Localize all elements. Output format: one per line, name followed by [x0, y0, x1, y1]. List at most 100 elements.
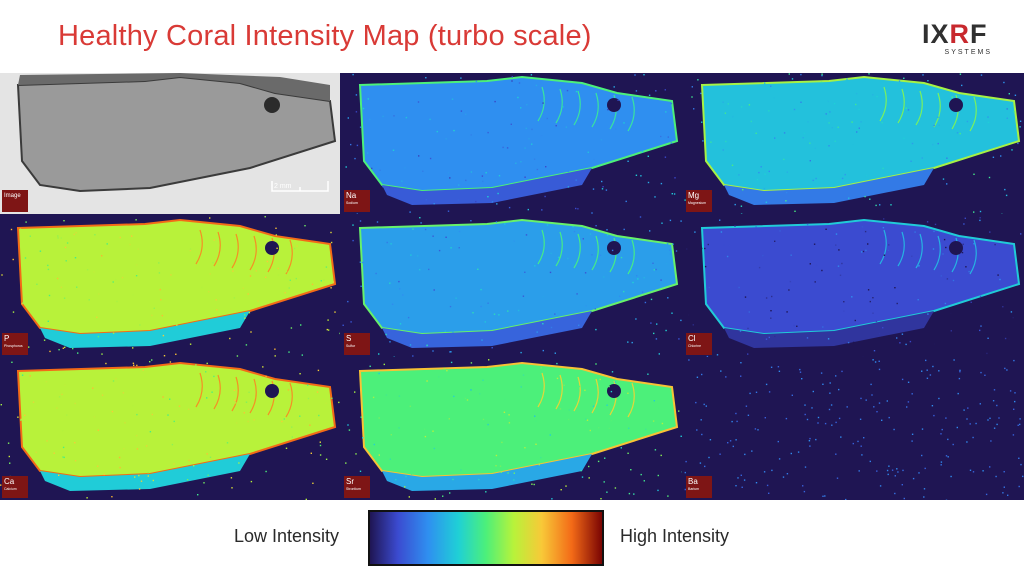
intensity-speckle	[869, 460, 871, 463]
intensity-speckle	[433, 203, 435, 205]
intensity-speckle	[293, 247, 296, 250]
intensity-speckle	[137, 248, 139, 250]
intensity-speckle	[838, 417, 841, 420]
intensity-speckle	[32, 401, 35, 403]
intensity-speckle	[229, 337, 231, 340]
intensity-speckle	[498, 175, 501, 177]
intensity-speckle	[243, 412, 245, 414]
intensity-speckle	[550, 326, 553, 329]
intensity-speckle	[209, 273, 211, 275]
intensity-speckle	[399, 323, 402, 325]
element-badge-s: S Sulfur	[344, 333, 370, 355]
intensity-speckle	[1019, 418, 1021, 420]
intensity-speckle	[903, 497, 905, 500]
intensity-speckle	[436, 130, 438, 133]
intensity-speckle	[843, 301, 845, 303]
intensity-speckle	[309, 424, 311, 426]
coral-hole	[949, 241, 963, 255]
intensity-speckle	[1013, 359, 1015, 362]
intensity-speckle	[728, 244, 731, 247]
intensity-speckle	[317, 369, 320, 372]
intensity-speckle	[828, 408, 831, 411]
intensity-speckle	[119, 466, 121, 469]
intensity-speckle	[470, 362, 473, 364]
intensity-speckle	[112, 332, 115, 334]
intensity-speckle	[782, 476, 785, 478]
intensity-speckle	[903, 77, 905, 79]
intensity-speckle	[9, 462, 11, 464]
intensity-speckle	[844, 173, 846, 176]
intensity-speckle	[63, 220, 65, 222]
intensity-speckle	[636, 275, 638, 277]
intensity-speckle	[409, 405, 411, 407]
intensity-speckle	[765, 338, 768, 340]
intensity-speckle	[774, 240, 776, 242]
intensity-speckle	[724, 112, 727, 114]
colorbar-low-label: Low Intensity	[234, 526, 340, 546]
intensity-speckle	[536, 331, 538, 333]
intensity-speckle	[882, 167, 884, 170]
intensity-speckle	[1012, 434, 1015, 436]
intensity-speckle	[932, 248, 935, 250]
intensity-speckle	[760, 166, 762, 168]
intensity-speckle	[614, 381, 616, 383]
intensity-speckle	[533, 483, 535, 486]
intensity-speckle	[992, 156, 995, 158]
intensity-speckle	[542, 296, 544, 298]
intensity-speckle	[907, 401, 910, 403]
intensity-speckle	[325, 458, 328, 460]
intensity-speckle	[938, 397, 940, 400]
intensity-speckle	[395, 479, 397, 481]
intensity-speckle	[193, 465, 195, 467]
intensity-speckle	[959, 132, 961, 135]
intensity-speckle	[765, 201, 768, 203]
intensity-speckle	[923, 488, 926, 490]
intensity-speckle	[943, 238, 946, 241]
intensity-speckle	[758, 266, 761, 269]
intensity-speckle	[116, 300, 118, 303]
intensity-speckle	[385, 333, 387, 336]
intensity-speckle	[593, 158, 595, 160]
intensity-speckle	[487, 196, 489, 198]
intensity-speckle	[382, 185, 384, 188]
intensity-speckle	[212, 261, 214, 264]
intensity-speckle	[932, 143, 934, 146]
intensity-speckle	[872, 359, 874, 361]
intensity-speckle	[518, 82, 521, 84]
intensity-speckle	[972, 436, 974, 439]
intensity-speckle	[124, 422, 126, 424]
intensity-speckle	[667, 136, 669, 138]
element-badge-mg: Mg Magnesium	[686, 190, 712, 212]
intensity-speckle	[765, 297, 768, 299]
intensity-speckle	[989, 417, 991, 419]
intensity-speckle	[74, 402, 76, 405]
intensity-speckle	[160, 299, 162, 301]
element-badge-ba: Ba Barium	[686, 476, 712, 498]
intensity-speckle	[901, 484, 903, 486]
intensity-speckle	[600, 139, 603, 141]
intensity-speckle	[828, 122, 830, 124]
intensity-speckle	[641, 291, 644, 293]
intensity-speckle	[299, 373, 301, 375]
intensity-speckle	[478, 478, 480, 481]
intensity-speckle	[722, 101, 724, 103]
intensity-speckle	[872, 297, 874, 299]
intensity-speckle	[497, 192, 499, 195]
intensity-speckle	[433, 447, 436, 450]
intensity-speckle	[445, 138, 447, 140]
intensity-speckle	[74, 460, 77, 462]
intensity-speckle	[905, 107, 907, 109]
intensity-speckle	[289, 279, 291, 281]
intensity-speckle	[21, 374, 24, 376]
intensity-speckle	[694, 231, 696, 233]
intensity-speckle	[93, 416, 96, 418]
intensity-speckle	[482, 418, 485, 421]
intensity-speckle	[535, 420, 537, 423]
intensity-speckle	[660, 182, 663, 185]
intensity-speckle	[546, 224, 549, 226]
intensity-speckle	[824, 495, 826, 497]
intensity-speckle	[650, 298, 653, 301]
intensity-speckle	[729, 440, 732, 442]
intensity-speckle	[354, 391, 356, 393]
intensity-speckle	[956, 426, 958, 429]
